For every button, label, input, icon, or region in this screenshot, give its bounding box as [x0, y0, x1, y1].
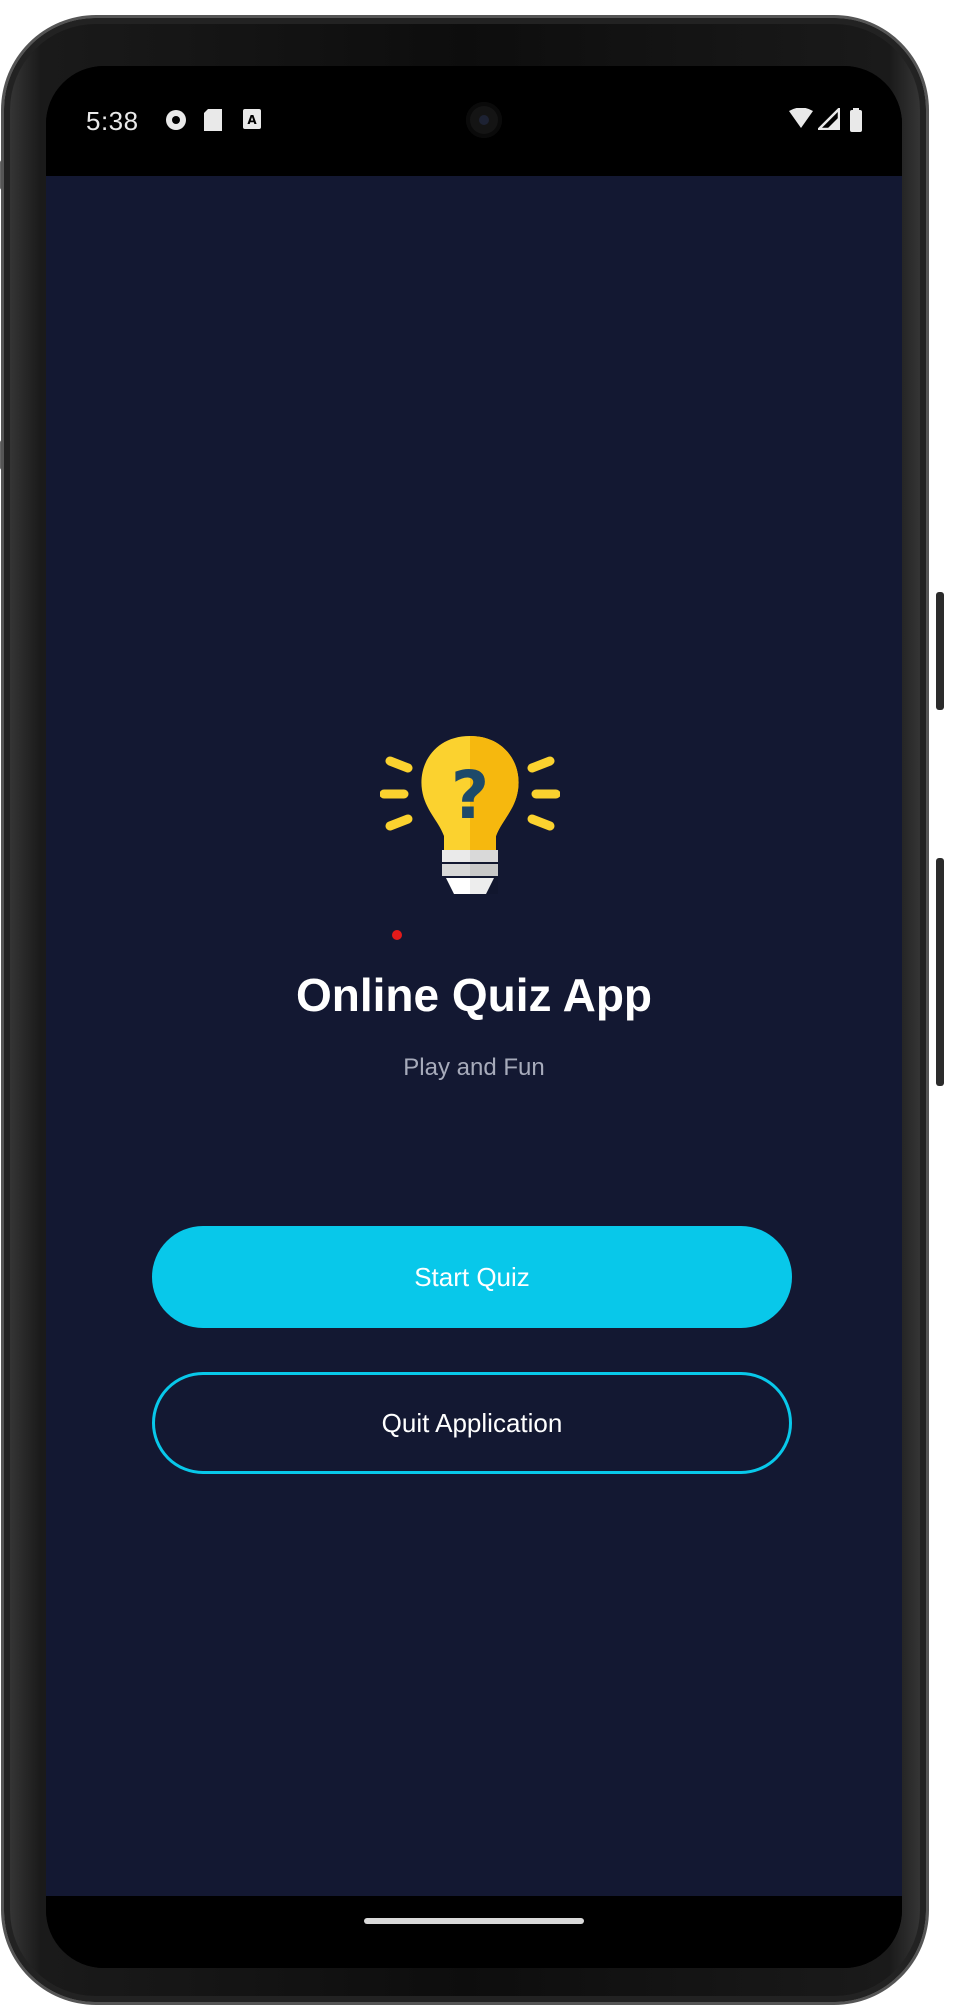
quit-application-button[interactable]: Quit Application [152, 1372, 792, 1474]
front-camera-icon [466, 102, 502, 138]
signal-icon [815, 105, 841, 135]
lightbulb-question-icon: ? [379, 726, 561, 906]
svg-text:?: ? [451, 757, 489, 834]
shield-icon [164, 108, 188, 137]
status-time: 5:38 [86, 106, 139, 136]
navigation-bar [46, 1896, 902, 1968]
status-bar: 5:38 A [46, 66, 902, 176]
notification-a-icon: A [242, 108, 262, 135]
start-quiz-button[interactable]: Start Quiz [152, 1226, 792, 1328]
phone-screen: 5:38 A ? Online Quiz App Play and Fun St… [46, 66, 902, 1968]
sim-card-icon [202, 108, 224, 137]
svg-text:A: A [247, 113, 257, 127]
app-subtitle: Play and Fun [403, 1054, 545, 1081]
quit-application-label: Quit Application [381, 1407, 563, 1438]
app-screen: ? Online Quiz App Play and Fun Start Qui… [46, 176, 902, 1896]
battery-icon [850, 108, 862, 137]
volume-button [936, 592, 944, 710]
start-quiz-label: Start Quiz [414, 1261, 530, 1292]
wifi-icon [788, 107, 814, 135]
phone-frame: 5:38 A ? Online Quiz App Play and Fun St… [4, 18, 926, 2002]
power-button [936, 858, 944, 1086]
home-indicator[interactable] [364, 1918, 584, 1924]
indicator-dot [392, 930, 402, 940]
app-title: Online Quiz App [295, 969, 653, 1021]
